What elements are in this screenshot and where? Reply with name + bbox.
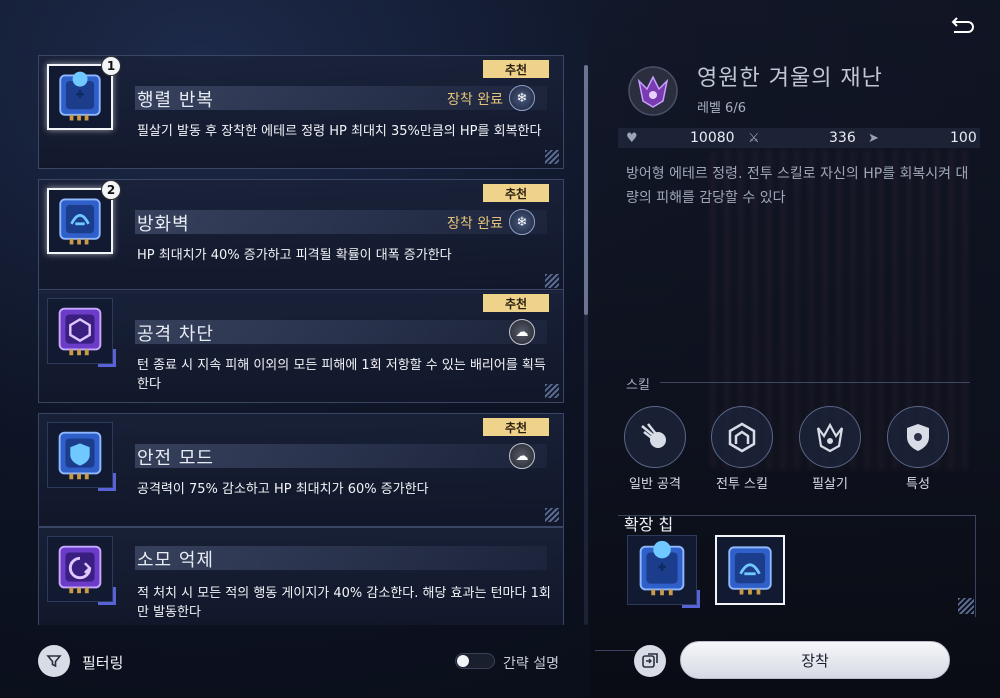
- skill-label: 전투 스킬: [716, 477, 768, 492]
- corner-accent: [682, 590, 700, 608]
- chip-card[interactable]: 추천 공격 차단 ☁ 턴 종료 시 지속 피해 이외의 모든 피해에 1회 저항…: [38, 289, 564, 403]
- scrollbar-thumb[interactable]: [584, 65, 588, 315]
- chip-title: 행렬 반복: [137, 90, 214, 111]
- expansion-heading: 확장 칩: [624, 515, 674, 534]
- skill-label: 일반 공격: [629, 477, 681, 492]
- toggle-knob: [457, 655, 469, 667]
- chip-card[interactable]: 추천 안전 모드 ☁ 공격력이 75% 감소하고 HP 최대치가 60% 증가한…: [38, 413, 564, 527]
- recommend-badge: 추천: [483, 184, 549, 202]
- chip-list[interactable]: 1 추천 행렬 반복 장착 완료 ❄ 필살기 발동 후 장착한 에테르 정령 H…: [38, 55, 568, 625]
- swap-button[interactable]: [634, 645, 666, 677]
- speed-icon: ➤: [868, 131, 879, 146]
- corner-accent: [98, 473, 116, 491]
- corner-decoration: [545, 384, 559, 398]
- shield-house-icon: [728, 422, 756, 453]
- brief-description-toggle[interactable]: [455, 653, 495, 669]
- slot-number-badge: 1: [101, 56, 121, 76]
- swap-chip-icon: [642, 653, 658, 668]
- blue-chip-icon: [59, 198, 101, 245]
- spirit-description: 방어형 에테르 정령. 전투 스킬로 자신의 HP를 회복시켜 대량의 피해를 …: [626, 166, 969, 206]
- recommend-badge: 추천: [483, 418, 549, 436]
- skill-ultimate[interactable]: [799, 406, 861, 468]
- skill-battle[interactable]: [711, 406, 773, 468]
- return-arrow-icon: [951, 17, 974, 33]
- equipped-chip-slot-1[interactable]: [627, 535, 700, 608]
- stats-bar: [618, 128, 980, 148]
- equip-status: 장착 완료: [447, 92, 503, 108]
- equip-status: 장착 완료: [447, 216, 503, 232]
- filter-icon: [46, 655, 62, 668]
- chip-title: 소모 억제: [137, 550, 214, 571]
- heart-icon: ♥: [626, 131, 638, 146]
- skill-label: 필살기: [812, 477, 848, 492]
- blue-spirit-icon: ❄: [509, 85, 535, 111]
- sword-icon: ⚔: [748, 131, 760, 146]
- chip-title: 공격 차단: [137, 324, 214, 345]
- skill-normal-attack[interactable]: [624, 406, 686, 468]
- stat-hp: 10080: [690, 130, 735, 146]
- chip-card[interactable]: 2 추천 방화벽 장착 완료 ❄ HP 최대치가 40% 증가하고 피격될 확률…: [38, 179, 564, 293]
- spirit-level: 레벨 6/6: [697, 101, 746, 116]
- chip-description: 턴 종료 시 지속 피해 이외의 모든 피해에 1회 저항할 수 있는 배리어를…: [137, 358, 546, 392]
- chip-description: HP 최대치가 40% 증가하고 피격될 확률이 대폭 증가한다: [137, 248, 452, 263]
- chip-thumbnail: [47, 298, 116, 367]
- chip-title: 안전 모드: [137, 448, 214, 469]
- equipped-chip-slot-2[interactable]: [715, 535, 785, 605]
- chip-description: 적 처치 시 모든 적의 행동 게이지가 40% 감소한다. 해당 효과는 턴마…: [137, 586, 551, 620]
- blue-chip-icon: [59, 71, 101, 121]
- recommend-badge: 추천: [483, 60, 549, 78]
- chip-card[interactable]: 1 추천 행렬 반복 장착 완료 ❄ 필살기 발동 후 장착한 에테르 정령 H…: [38, 55, 564, 169]
- chip-thumbnail: 2: [47, 180, 121, 254]
- corner-decoration: [958, 598, 974, 614]
- gray-spirit-icon: ☁: [509, 319, 535, 345]
- blue-chip-icon: [728, 546, 772, 595]
- gray-spirit-icon: ☁: [509, 443, 535, 469]
- filter-label[interactable]: 필터링: [82, 652, 123, 673]
- corner-accent: [98, 349, 116, 367]
- chip-card[interactable]: 소모 억제 적 처치 시 모든 적의 행동 게이지가 40% 감소한다. 해당 …: [38, 527, 564, 625]
- equip-button[interactable]: 장착: [680, 641, 950, 679]
- divider: [660, 382, 970, 383]
- shield-icon: [907, 424, 929, 451]
- chip-thumbnail: [47, 422, 116, 491]
- stat-speed: 100: [950, 130, 977, 146]
- corner-decoration: [545, 150, 559, 164]
- toggle-label: 간략 설명: [503, 656, 559, 672]
- skill-passive[interactable]: [887, 406, 949, 468]
- slot-number-badge: 2: [101, 180, 121, 200]
- recommend-badge: 추천: [483, 294, 549, 312]
- chip-thumbnail: [47, 536, 116, 605]
- skill-label: 특성: [906, 477, 930, 492]
- filter-button[interactable]: [38, 645, 70, 677]
- chip-description: 공격력이 75% 감소하고 HP 최대치가 60% 증가한다: [137, 482, 429, 497]
- back-button[interactable]: [948, 10, 978, 40]
- corner-decoration: [545, 508, 559, 522]
- chip-title: 방화벽: [137, 214, 190, 235]
- blue-spirit-icon: ❄: [509, 209, 535, 235]
- spirit-emblem-icon: [627, 65, 679, 117]
- divider: [595, 650, 635, 651]
- comet-icon: [641, 423, 666, 448]
- beast-crown-icon: [816, 422, 844, 453]
- chip-description: 필살기 발동 후 장착한 에테르 정령 HP 최대치 35%만큼의 HP를 회복…: [137, 124, 542, 139]
- corner-decoration: [545, 274, 559, 288]
- spirit-name: 영원한 겨울의 재난: [697, 66, 883, 91]
- stat-attack: 336: [829, 130, 856, 146]
- skill-heading: 스킬: [626, 378, 650, 393]
- chip-thumbnail: 1: [47, 56, 121, 130]
- corner-accent: [98, 587, 116, 605]
